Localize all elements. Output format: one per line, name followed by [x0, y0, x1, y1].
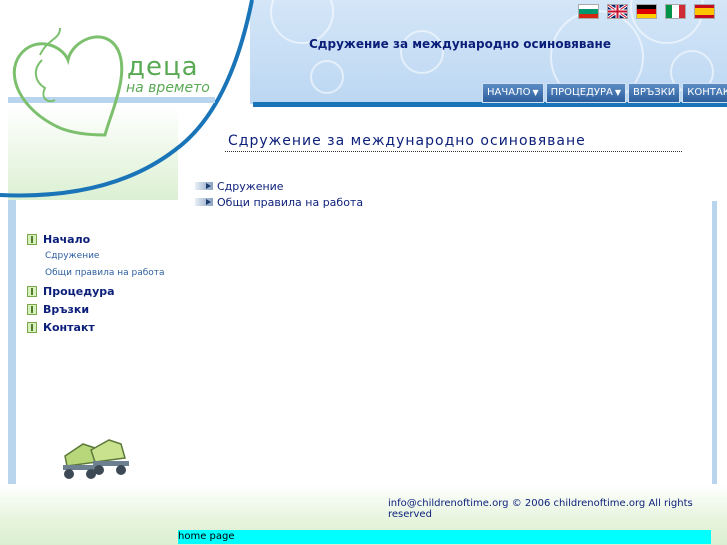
roller-skates-image: [55, 434, 135, 482]
logo-text-sub: на времето: [126, 80, 210, 96]
spanish-flag-icon[interactable]: [694, 4, 715, 19]
content-link-association[interactable]: Сдружение: [195, 178, 363, 194]
footer-copyright: info@childrenoftime.org © 2006 childreno…: [388, 498, 727, 520]
nav-contact[interactable]: КОНТАКТ: [682, 83, 727, 103]
sidebar-item-links[interactable]: Връзки: [27, 300, 177, 318]
sidebar-item-label: Контакт: [43, 320, 95, 334]
logo-text-main: деца: [127, 52, 199, 82]
top-navigation: НАЧАЛО ▼ ПРОЦЕДУРА ▼ ВРЪЗКИ КОНТАКТ: [482, 83, 727, 103]
logo-heart-icon: [0, 0, 254, 198]
document-icon: [27, 285, 37, 297]
nav-procedure-label: ПРОЦЕДУРА: [550, 87, 613, 98]
footer-email-link[interactable]: info@childrenoftime.org: [388, 498, 509, 509]
english-flag-icon[interactable]: [607, 4, 628, 19]
nav-home-label: НАЧАЛО: [487, 87, 531, 98]
sidebar-item-contact[interactable]: Контакт: [27, 318, 177, 336]
chevron-down-icon: ▼: [532, 88, 539, 97]
nav-links[interactable]: ВРЪЗКИ: [628, 83, 681, 103]
content-link-label: Сдружение: [217, 179, 284, 193]
sidebar-subitem-rules[interactable]: Общи правила на работа: [27, 265, 177, 282]
sidebar-item-procedure[interactable]: Процедура: [27, 282, 177, 300]
sidebar-item-label: Процедура: [43, 284, 115, 298]
arrow-right-icon: [195, 182, 213, 190]
page-title: Сдружение за международно осиновяване: [228, 133, 586, 149]
nav-procedure[interactable]: ПРОЦЕДУРА ▼: [545, 83, 627, 103]
sidebar-subitem-association[interactable]: Сдружение: [27, 248, 177, 265]
sidebar-item-label: Връзки: [43, 302, 90, 316]
sidebar-item-label: Начало: [43, 232, 91, 246]
italian-flag-icon[interactable]: [665, 4, 686, 19]
bulgarian-flag-icon[interactable]: [578, 4, 599, 19]
document-icon: [27, 321, 37, 333]
nav-home[interactable]: НАЧАЛО ▼: [482, 83, 544, 103]
content-link-list: Сдружение Общи правила на работа: [195, 178, 363, 210]
document-icon: [27, 303, 37, 315]
sidebar-item-home[interactable]: Начало: [27, 230, 177, 248]
heading-divider: [225, 151, 682, 152]
site-title: Сдружение за международно осиновяване: [308, 37, 611, 51]
content-link-label: Общи правила на работа: [217, 195, 364, 209]
sidebar: Начало Сдружение Общи правила на работа …: [27, 230, 177, 336]
content-link-rules[interactable]: Общи правила на работа: [195, 194, 363, 210]
german-flag-icon[interactable]: [636, 4, 657, 19]
language-selector: [578, 4, 715, 19]
nav-contact-label: КОНТАКТ: [687, 87, 727, 98]
document-icon: [27, 233, 37, 245]
site-logo[interactable]: деца на времето: [0, 0, 255, 200]
arrow-right-icon: [195, 198, 213, 206]
chevron-down-icon: ▼: [614, 88, 622, 97]
nav-links-label: ВРЪЗКИ: [633, 87, 676, 98]
status-bar: home page: [178, 530, 711, 544]
